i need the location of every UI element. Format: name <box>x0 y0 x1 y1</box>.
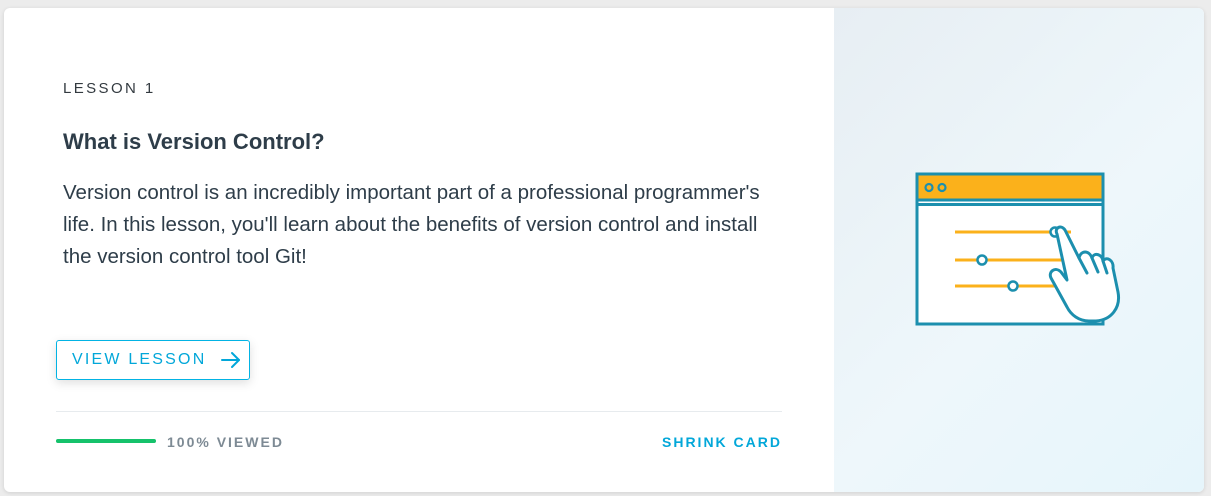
lesson-description: Version control is an incredibly importa… <box>63 181 760 268</box>
lesson-title: What is Version Control? <box>63 129 325 154</box>
progress-bar <box>56 439 156 443</box>
progress-bar-fill <box>56 439 156 443</box>
view-lesson-button[interactable]: VIEW LESSON <box>56 340 250 380</box>
lesson-content: LESSON 1 What is Version Control? Versio… <box>4 8 834 492</box>
progress-status: 100% VIEWED <box>167 434 284 450</box>
footer-divider <box>56 411 782 412</box>
browser-sliders-hand-icon <box>915 172 1121 326</box>
view-lesson-label: VIEW LESSON <box>72 351 207 368</box>
shrink-card-link[interactable]: SHRINK CARD <box>662 434 782 450</box>
lesson-card: LESSON 1 What is Version Control? Versio… <box>4 8 1204 492</box>
lesson-illustration-panel <box>834 8 1204 492</box>
lesson-number: LESSON 1 <box>63 80 156 97</box>
arrow-right-icon <box>220 351 242 369</box>
